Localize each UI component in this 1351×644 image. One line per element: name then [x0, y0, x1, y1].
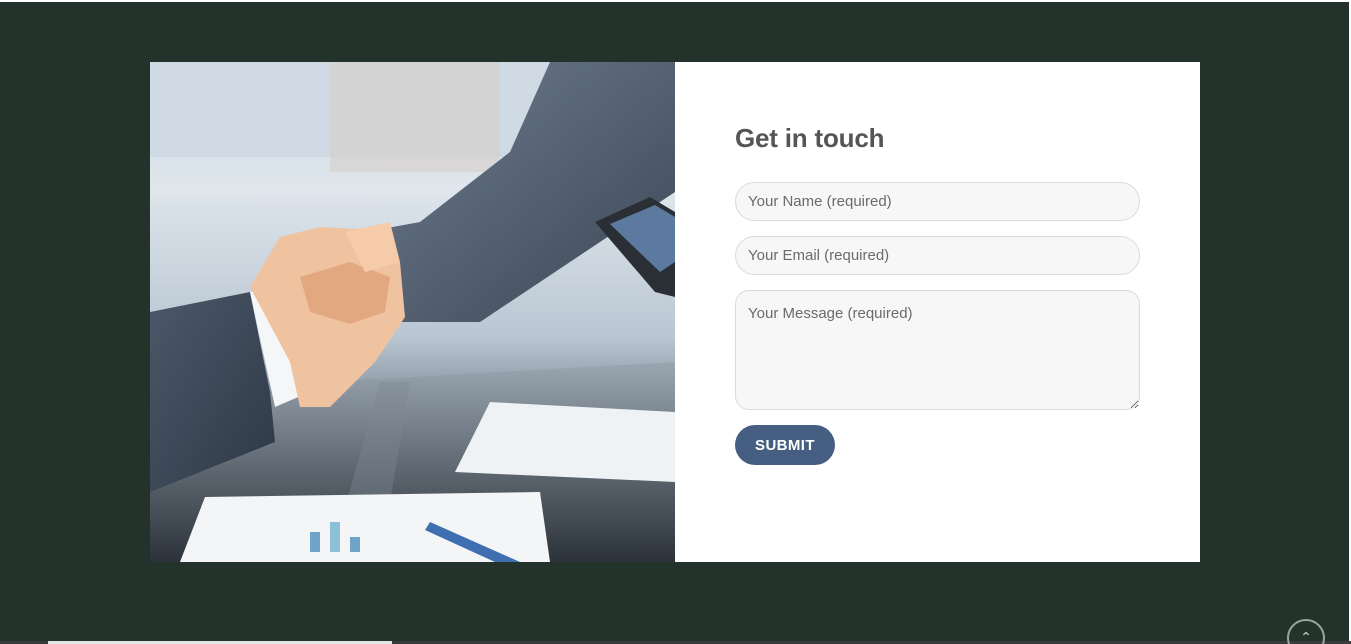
message-textarea[interactable] — [735, 290, 1140, 410]
form-title: Get in touch — [735, 123, 885, 153]
chevron-up-icon: ⌃ — [1300, 629, 1312, 644]
handshake-photo — [150, 62, 675, 562]
page: Get in touch SUBMIT ⌃ — [0, 0, 1351, 644]
name-input[interactable] — [735, 182, 1140, 221]
contact-card: Get in touch SUBMIT — [150, 62, 1200, 562]
handshake-illustration — [150, 62, 675, 562]
submit-button[interactable]: SUBMIT — [735, 425, 835, 465]
contact-form: Get in touch SUBMIT — [675, 62, 1200, 562]
email-input[interactable] — [735, 236, 1140, 275]
